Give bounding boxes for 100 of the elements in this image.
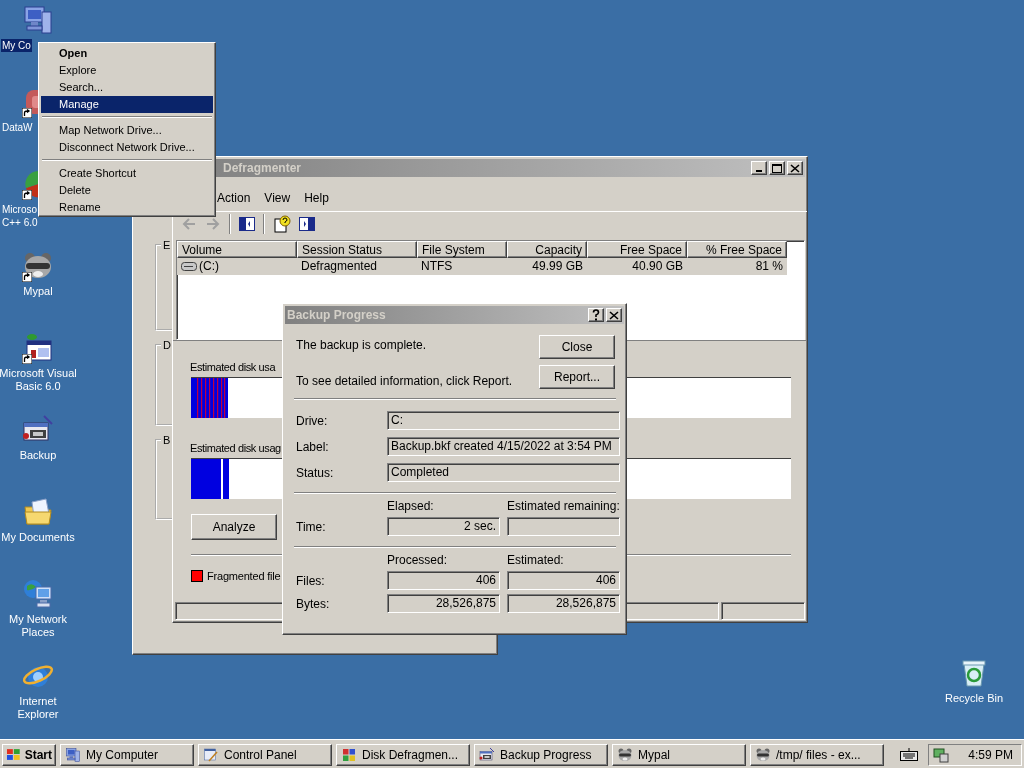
- flag-icon: [6, 748, 22, 762]
- field-label: Status:: [296, 465, 335, 480]
- usage-label: Estimated disk usa: [190, 361, 276, 375]
- analyze-button[interactable]: Analyze: [191, 514, 277, 540]
- dialog-title: Backup Progress: [286, 308, 387, 322]
- read-only-field: C:: [387, 411, 620, 430]
- computer-tray-icon[interactable]: [933, 747, 949, 763]
- minimize-button[interactable]: [751, 161, 767, 175]
- computer-icon[interactable]: [22, 4, 54, 36]
- pane-toggle-icon[interactable]: [299, 216, 315, 231]
- keyboard-icon[interactable]: [900, 748, 918, 762]
- minimize-icon: [756, 170, 762, 172]
- close-button[interactable]: [606, 308, 622, 322]
- close-button[interactable]: [787, 161, 803, 175]
- column-label: Elapsed:: [387, 499, 435, 513]
- taskbar-button[interactable]: Disk Defragmen...: [336, 744, 470, 766]
- taskbar-button[interactable]: Control Panel: [198, 744, 332, 766]
- read-only-field: 406: [387, 571, 500, 590]
- drive-icon: [181, 262, 197, 271]
- menu-item[interactable]: Manage: [41, 96, 213, 113]
- pane-toggle-icon[interactable]: [239, 216, 255, 231]
- menu-item[interactable]: Delete: [41, 182, 213, 199]
- icon-label[interactable]: Recycle Bin: [943, 692, 1005, 705]
- column-header[interactable]: % Free Space: [687, 241, 787, 258]
- menu-item[interactable]: Search...: [41, 79, 213, 96]
- icon-label[interactable]: My Documents: [0, 531, 76, 544]
- message-text: The backup is complete.: [296, 337, 428, 354]
- column-header[interactable]: Capacity: [507, 241, 587, 258]
- table-cell: (C:): [199, 258, 219, 275]
- menu-item[interactable]: Explore: [41, 62, 213, 79]
- message-text: To see detailed information, click Report.: [296, 374, 514, 389]
- report-button[interactable]: Report...: [539, 365, 615, 389]
- tape-drive-icon: [479, 747, 495, 763]
- control-panel-icon: [203, 747, 219, 763]
- help-icon[interactable]: [273, 214, 291, 233]
- taskbar-button[interactable]: /tmp/ files - ex...: [750, 744, 884, 766]
- taskbar-button[interactable]: My Computer: [60, 744, 194, 766]
- column-header[interactable]: File System: [417, 241, 507, 258]
- menu-item[interactable]: Open: [41, 45, 213, 62]
- help-button[interactable]: [588, 308, 604, 322]
- read-only-field: 2 sec.: [387, 517, 500, 536]
- read-only-field: Completed: [387, 463, 620, 482]
- field-label: Files:: [296, 573, 326, 588]
- field-label: Label:: [296, 439, 330, 454]
- table-cell: 81 %: [755, 258, 783, 275]
- table-cell: NTFS: [421, 258, 453, 275]
- raccoon-icon: [755, 747, 771, 763]
- field-label: Bytes:: [296, 596, 331, 611]
- column-header[interactable]: Session Status: [297, 241, 417, 258]
- icon-label[interactable]: Backup: [18, 449, 58, 462]
- taskbar-button[interactable]: Backup Progress: [474, 744, 608, 766]
- menu-item[interactable]: Disconnect Network Drive...: [41, 139, 213, 156]
- computer-icon: [65, 747, 81, 763]
- column-header[interactable]: Volume: [177, 241, 297, 258]
- column-label: Processed:: [387, 553, 449, 567]
- icon-label[interactable]: My Co: [1, 39, 32, 52]
- close-button[interactable]: Close: [539, 335, 615, 359]
- table-cell: Defragmented: [301, 258, 378, 275]
- group-label: D: [162, 339, 172, 351]
- menu-bar-item[interactable]: View: [257, 190, 298, 205]
- colorful-cube-icon: [341, 747, 357, 763]
- help-icon: [592, 309, 600, 321]
- back-arrow-icon[interactable]: [181, 215, 197, 232]
- start-button[interactable]: Start: [2, 744, 56, 766]
- close-icon: [790, 163, 800, 173]
- table-cell: 40.90 GB: [632, 258, 683, 275]
- clock: 4:59 PM: [968, 748, 1013, 762]
- table-cell: 49.99 GB: [532, 258, 583, 275]
- group-label: E: [162, 239, 172, 251]
- menu-item[interactable]: Rename: [41, 199, 213, 216]
- menu-item[interactable]: Map Network Drive...: [41, 122, 213, 139]
- field-label: Drive:: [296, 413, 329, 428]
- menu-item[interactable]: Create Shortcut: [41, 165, 213, 182]
- maximize-icon: [772, 163, 782, 173]
- group-label: B: [162, 434, 172, 446]
- column-label: Estimated remaining:: [507, 499, 620, 513]
- disk-usage-drawing: [191, 378, 229, 418]
- icon-label[interactable]: DataW: [1, 121, 34, 134]
- raccoon-icon: [617, 747, 633, 763]
- field-label: Time:: [296, 519, 327, 534]
- icon-label[interactable]: Internet Explorer: [16, 695, 60, 721]
- icon-label[interactable]: Microso C++ 6.0: [1, 203, 39, 229]
- menu-bar-item[interactable]: Help: [297, 190, 336, 205]
- read-only-field: 406: [507, 571, 620, 590]
- forward-arrow-icon[interactable]: [205, 215, 221, 232]
- window-title: Defragmenter: [222, 161, 303, 175]
- legend-label: Fragmented file: [207, 570, 281, 582]
- globe-computer-icon[interactable]: [22, 578, 54, 610]
- maximize-button[interactable]: [769, 161, 785, 175]
- read-only-field: 28,526,875: [507, 594, 620, 613]
- table-row[interactable]: (C:) Defragmented NTFS 49.99 GB 40.90 GB 81 %: [177, 258, 787, 275]
- read-only-field: Backup.bkf created 4/15/2022 at 3:54 PM: [387, 437, 620, 456]
- usage-label: Estimated disk usag: [190, 442, 281, 456]
- icon-label[interactable]: Mypal: [22, 285, 54, 298]
- icon-label[interactable]: Microsoft Visual Basic 6.0: [0, 367, 78, 393]
- folder-icon[interactable]: [22, 496, 54, 528]
- column-header[interactable]: Free Space: [587, 241, 687, 258]
- taskbar-button[interactable]: Mypal: [612, 744, 746, 766]
- icon-label[interactable]: My Network Places: [7, 613, 69, 639]
- close-icon: [609, 310, 619, 320]
